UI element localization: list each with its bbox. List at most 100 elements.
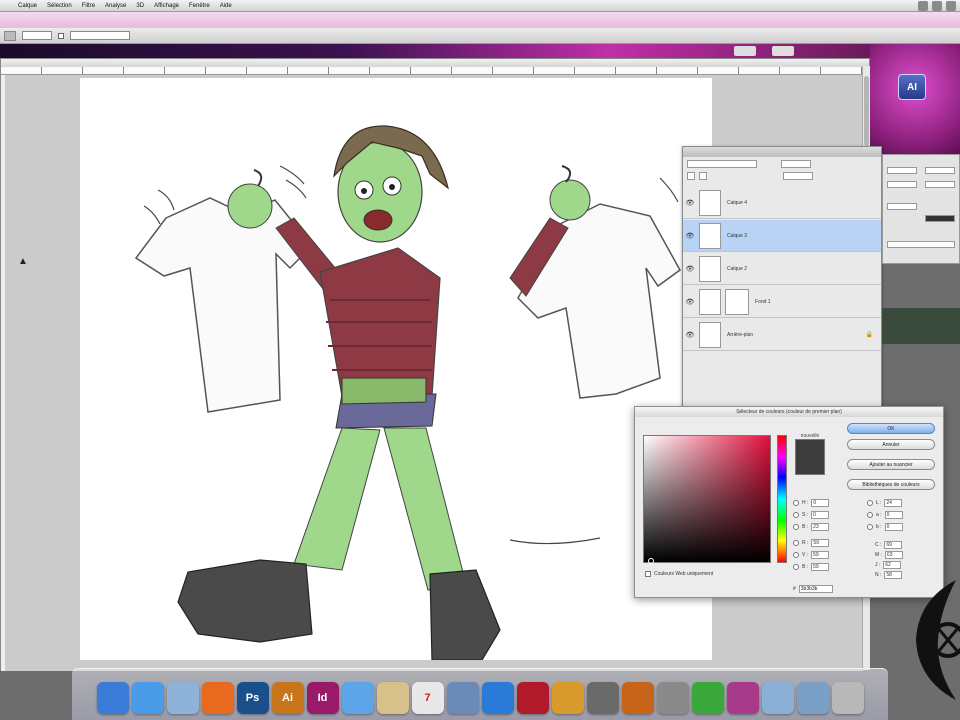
radio-s[interactable] bbox=[793, 512, 799, 518]
flash-icon[interactable] bbox=[516, 682, 549, 714]
guitar-icon[interactable] bbox=[621, 682, 654, 714]
add-to-swatches-button[interactable]: Ajouter au nuancier bbox=[847, 459, 935, 470]
opacity-field[interactable] bbox=[781, 160, 811, 168]
downloads-stack-icon[interactable] bbox=[796, 682, 829, 714]
hex-field[interactable]: 3b3b3b bbox=[798, 585, 833, 593]
radio-r[interactable] bbox=[793, 540, 799, 546]
blend-mode-select[interactable] bbox=[687, 160, 757, 168]
panel-field[interactable] bbox=[887, 167, 917, 174]
documents-stack-icon[interactable] bbox=[761, 682, 794, 714]
fill-field[interactable] bbox=[783, 172, 813, 180]
photoshop-icon[interactable]: Ps bbox=[236, 682, 269, 714]
system-preferences-icon[interactable] bbox=[656, 682, 689, 714]
radio-rgb-b[interactable] bbox=[793, 564, 799, 570]
color-picker-title[interactable]: Sélecteur de couleurs (couleur de premie… bbox=[635, 407, 943, 417]
web-colors-checkbox[interactable] bbox=[645, 571, 651, 577]
menu-layer[interactable]: Calque bbox=[18, 3, 37, 9]
hsb-h-field[interactable]: 0 bbox=[811, 499, 830, 507]
color-field[interactable] bbox=[643, 435, 771, 564]
menu-analysis[interactable]: Analyse bbox=[105, 3, 126, 9]
ichat-icon[interactable] bbox=[341, 682, 374, 714]
hue-slider[interactable] bbox=[777, 435, 787, 563]
illustrator-file-icon[interactable]: AI bbox=[898, 74, 926, 100]
layers-panel-tab[interactable] bbox=[683, 147, 881, 157]
lab-a-field[interactable]: 0 bbox=[884, 511, 903, 519]
games-icon[interactable] bbox=[551, 682, 584, 714]
iphoto-icon[interactable] bbox=[446, 682, 479, 714]
cmyk-k-field[interactable]: 58 bbox=[884, 571, 903, 579]
photo-booth-icon[interactable] bbox=[726, 682, 759, 714]
hsb-s-field[interactable]: 0 bbox=[811, 511, 830, 519]
safari-icon[interactable] bbox=[131, 682, 164, 714]
cmyk-y-field[interactable]: 62 bbox=[883, 561, 902, 569]
cancel-button[interactable]: Annuler bbox=[847, 439, 935, 450]
option-checkbox[interactable] bbox=[58, 32, 64, 39]
menu-select[interactable]: Sélection bbox=[47, 3, 72, 9]
radio-b[interactable] bbox=[793, 524, 799, 530]
spotlight-icon[interactable] bbox=[946, 1, 956, 11]
lock-icon[interactable] bbox=[699, 172, 707, 180]
document-title-bar[interactable] bbox=[1, 59, 869, 67]
cmyk-m-field[interactable]: 63 bbox=[884, 551, 903, 559]
color-field-marker[interactable] bbox=[648, 558, 654, 564]
shuriken-icon[interactable] bbox=[586, 682, 619, 714]
eye-icon[interactable]: 👁 bbox=[683, 232, 697, 240]
menu-view[interactable]: Affichage bbox=[154, 3, 179, 9]
window-button[interactable] bbox=[772, 46, 794, 56]
panel-field[interactable] bbox=[925, 181, 955, 188]
finder-icon[interactable] bbox=[96, 682, 129, 714]
layer-row[interactable]: 👁 Calque 2 bbox=[683, 253, 881, 285]
cmyk-c-field[interactable]: 69 bbox=[884, 541, 903, 549]
itunes-icon[interactable] bbox=[481, 682, 514, 714]
illustrator-icon[interactable]: Ai bbox=[271, 682, 304, 714]
ok-button[interactable]: OK bbox=[847, 423, 935, 434]
panel-field[interactable] bbox=[887, 203, 917, 210]
tool-preset-icon[interactable] bbox=[4, 30, 16, 41]
rgb-b-field[interactable]: 59 bbox=[811, 563, 830, 571]
radio-a[interactable] bbox=[867, 512, 873, 518]
menu-filter[interactable]: Filtre bbox=[82, 3, 95, 9]
trash-icon[interactable] bbox=[831, 682, 864, 714]
firefox-icon[interactable] bbox=[201, 682, 234, 714]
lab-b-field[interactable]: 0 bbox=[884, 523, 903, 531]
menu-window[interactable]: Fenêtre bbox=[189, 3, 210, 9]
option-field[interactable] bbox=[22, 31, 52, 40]
utorrent-icon[interactable] bbox=[691, 682, 724, 714]
eye-icon[interactable]: 👁 bbox=[683, 265, 697, 273]
eye-icon[interactable]: 👁 bbox=[683, 331, 697, 339]
layer-row[interactable]: 👁 Arrière-plan 🔒 bbox=[683, 319, 881, 351]
panel-field[interactable] bbox=[887, 241, 955, 248]
color-libraries-button[interactable]: Bibliothèques de couleurs bbox=[847, 479, 935, 490]
panel-field[interactable] bbox=[925, 167, 955, 174]
mail-icon[interactable] bbox=[166, 682, 199, 714]
eye-icon[interactable]: 👁 bbox=[683, 199, 697, 207]
status-icon[interactable] bbox=[918, 1, 928, 11]
ical-icon[interactable]: 7 bbox=[411, 682, 444, 714]
layer-row[interactable]: 👁 Fond 1 bbox=[683, 286, 881, 318]
rgb-r-field[interactable]: 59 bbox=[811, 539, 830, 547]
radio-l[interactable] bbox=[867, 500, 873, 506]
rgb-g-field[interactable]: 59 bbox=[811, 551, 830, 559]
option-field[interactable] bbox=[70, 31, 130, 40]
status-icon[interactable] bbox=[932, 1, 942, 11]
lock-icon[interactable] bbox=[687, 172, 695, 180]
layer-row[interactable]: 👁 Calque 4 bbox=[683, 187, 881, 219]
indesign-icon[interactable]: Id bbox=[306, 682, 339, 714]
menu-help[interactable]: Aide bbox=[220, 3, 232, 9]
layer-row[interactable]: 👁 Calque 3 bbox=[683, 220, 881, 252]
radio-lab-b[interactable] bbox=[867, 524, 873, 530]
eye-icon[interactable]: 👁 bbox=[683, 298, 697, 306]
layer-mask-thumbnail[interactable] bbox=[725, 288, 749, 315]
radio-h[interactable] bbox=[793, 500, 799, 506]
preview-icon[interactable] bbox=[376, 682, 409, 714]
color-swatch[interactable] bbox=[925, 215, 955, 222]
radio-g[interactable] bbox=[793, 552, 799, 558]
menu-3d[interactable]: 3D bbox=[136, 3, 144, 9]
hsb-b-field[interactable]: 23 bbox=[811, 523, 830, 531]
panel-field[interactable] bbox=[887, 181, 917, 188]
window-button[interactable] bbox=[734, 46, 756, 56]
lab-l-field[interactable]: 24 bbox=[884, 499, 903, 507]
desktop-wallpaper-strip bbox=[0, 44, 870, 58]
scrollbar-thumb[interactable] bbox=[864, 76, 869, 146]
horizontal-ruler[interactable] bbox=[1, 67, 863, 75]
